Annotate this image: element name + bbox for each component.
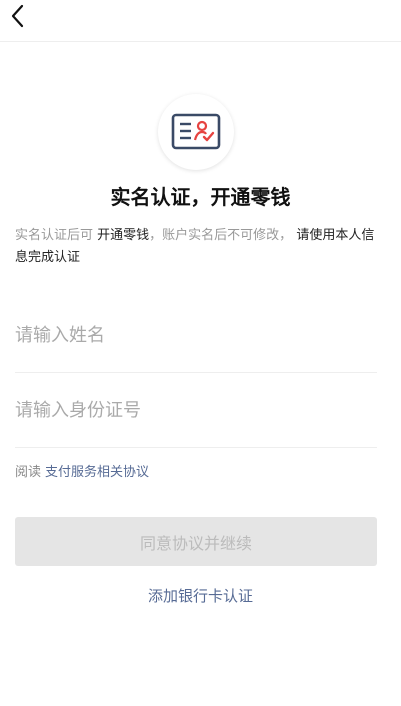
- name-input[interactable]: [15, 299, 377, 372]
- id-number-input[interactable]: [15, 374, 377, 447]
- description-text: 实名认证后可 开通零钱，账户实名后不可修改， 请使用本人信息完成认证: [15, 225, 385, 269]
- add-bank-card-link[interactable]: 添加银行卡认证: [0, 584, 401, 608]
- description-part: 实名认证后可: [15, 228, 94, 243]
- agreement-row: 阅读 支付服务相关协议: [15, 463, 149, 483]
- name-field[interactable]: [15, 299, 377, 373]
- agreement-link[interactable]: 支付服务相关协议: [45, 465, 149, 480]
- agreement-prefix: 阅读: [15, 465, 42, 480]
- agree-continue-button[interactable]: 同意协议并继续: [15, 517, 377, 566]
- page-title: 实名认证，开通零钱: [110, 185, 291, 209]
- description-part: ，账户实名后不可修改，: [149, 228, 293, 243]
- top-bar: [0, 0, 401, 42]
- verification-logo: [158, 94, 234, 170]
- id-number-field[interactable]: [15, 374, 377, 448]
- chevron-left-icon: [11, 4, 24, 28]
- back-button[interactable]: [6, 3, 28, 29]
- id-card-verified-icon: [171, 113, 221, 150]
- description-highlight: 开通零钱: [97, 228, 150, 243]
